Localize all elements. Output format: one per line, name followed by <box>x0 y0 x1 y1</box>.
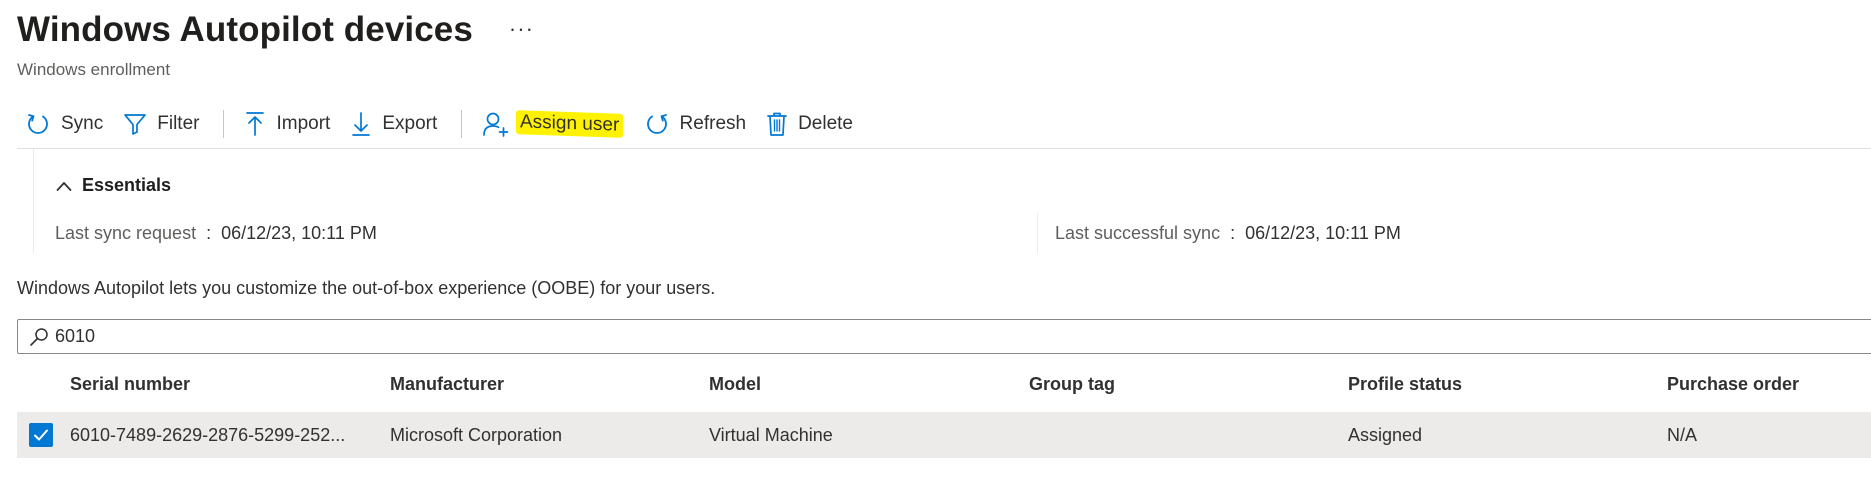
devices-table: Serial number Manufacturer Model Group t… <box>17 364 1871 458</box>
sync-label: Sync <box>61 113 104 134</box>
toolbar-separator <box>461 110 463 138</box>
last-sync-request-value: 06/12/23, 10:11 PM <box>221 223 377 243</box>
page-description: Windows Autopilot lets you customize the… <box>17 278 716 298</box>
command-bar: Sync Filter Import Export Assign user Re… <box>17 104 1871 144</box>
export-label: Export <box>382 113 438 134</box>
export-icon <box>352 112 371 136</box>
essentials-column-separator <box>1037 213 1038 253</box>
autopilot-devices-page: Windows Autopilot devices ··· Windows en… <box>0 0 1871 496</box>
filter-label: Filter <box>157 113 200 134</box>
cell-model: Virtual Machine <box>709 425 833 445</box>
import-label: Import <box>276 113 331 134</box>
chevron-up-icon <box>56 181 72 191</box>
title-row: Windows Autopilot devices ··· <box>17 10 534 50</box>
row-checkbox[interactable] <box>29 423 53 447</box>
page-subtitle: Windows enrollment <box>17 60 171 79</box>
essentials-panel: Essentials Last sync request : 06/12/23,… <box>33 149 1871 253</box>
refresh-icon <box>646 114 667 134</box>
refresh-label: Refresh <box>679 113 747 134</box>
table-header: Serial number Manufacturer Model Group t… <box>17 364 1871 406</box>
essentials-title: Essentials <box>82 175 172 195</box>
import-icon <box>246 112 265 136</box>
refresh-button[interactable]: Refresh <box>636 104 759 144</box>
column-header-model[interactable]: Model <box>709 374 761 395</box>
toolbar-separator <box>223 110 225 138</box>
add-person-icon <box>483 112 509 137</box>
delete-button[interactable]: Delete <box>758 104 865 144</box>
export-button[interactable]: Export <box>342 104 449 144</box>
page-title: Windows Autopilot devices <box>17 10 473 49</box>
filter-icon <box>124 114 147 135</box>
column-header-purchase-order[interactable]: Purchase order <box>1667 374 1799 395</box>
column-header-group-tag[interactable]: Group tag <box>1029 374 1115 395</box>
assign-user-button[interactable]: Assign user <box>474 104 635 144</box>
search-icon <box>30 327 48 346</box>
assign-user-label: Assign user <box>516 110 624 138</box>
trash-icon <box>767 112 787 136</box>
colon: : <box>1230 223 1236 243</box>
cell-profile-status: Assigned <box>1348 425 1423 445</box>
delete-label: Delete <box>798 113 853 134</box>
cell-manufacturer: Microsoft Corporation <box>390 425 563 445</box>
search-input[interactable] <box>55 326 655 347</box>
column-header-serial-number[interactable]: Serial number <box>70 374 190 395</box>
cell-serial-number: 6010-7489-2629-2876-5299-252... <box>70 425 346 445</box>
column-header-manufacturer[interactable]: Manufacturer <box>390 374 504 395</box>
more-options-button[interactable]: ··· <box>509 18 534 40</box>
sync-button[interactable]: Sync <box>17 104 115 144</box>
cell-purchase-order: N/A <box>1667 425 1698 445</box>
last-successful-sync-value: 06/12/23, 10:11 PM <box>1245 223 1401 243</box>
column-header-profile-status[interactable]: Profile status <box>1348 374 1462 395</box>
import-button[interactable]: Import <box>236 104 342 144</box>
search-box[interactable] <box>17 319 1871 354</box>
last-successful-sync-label: Last successful sync <box>1055 223 1221 243</box>
table-row[interactable]: 6010-7489-2629-2876-5299-252... Microsof… <box>17 412 1871 458</box>
last-sync-request-label: Last sync request <box>55 223 197 243</box>
essentials-toggle[interactable]: Essentials <box>56 175 171 196</box>
last-successful-sync: Last successful sync : 06/12/23, 10:11 P… <box>1055 223 1401 244</box>
filter-button[interactable]: Filter <box>115 104 211 144</box>
checkmark-icon <box>34 429 48 441</box>
last-sync-request: Last sync request : 06/12/23, 10:11 PM <box>55 223 377 244</box>
colon: : <box>206 223 212 243</box>
sync-icon <box>28 114 48 134</box>
